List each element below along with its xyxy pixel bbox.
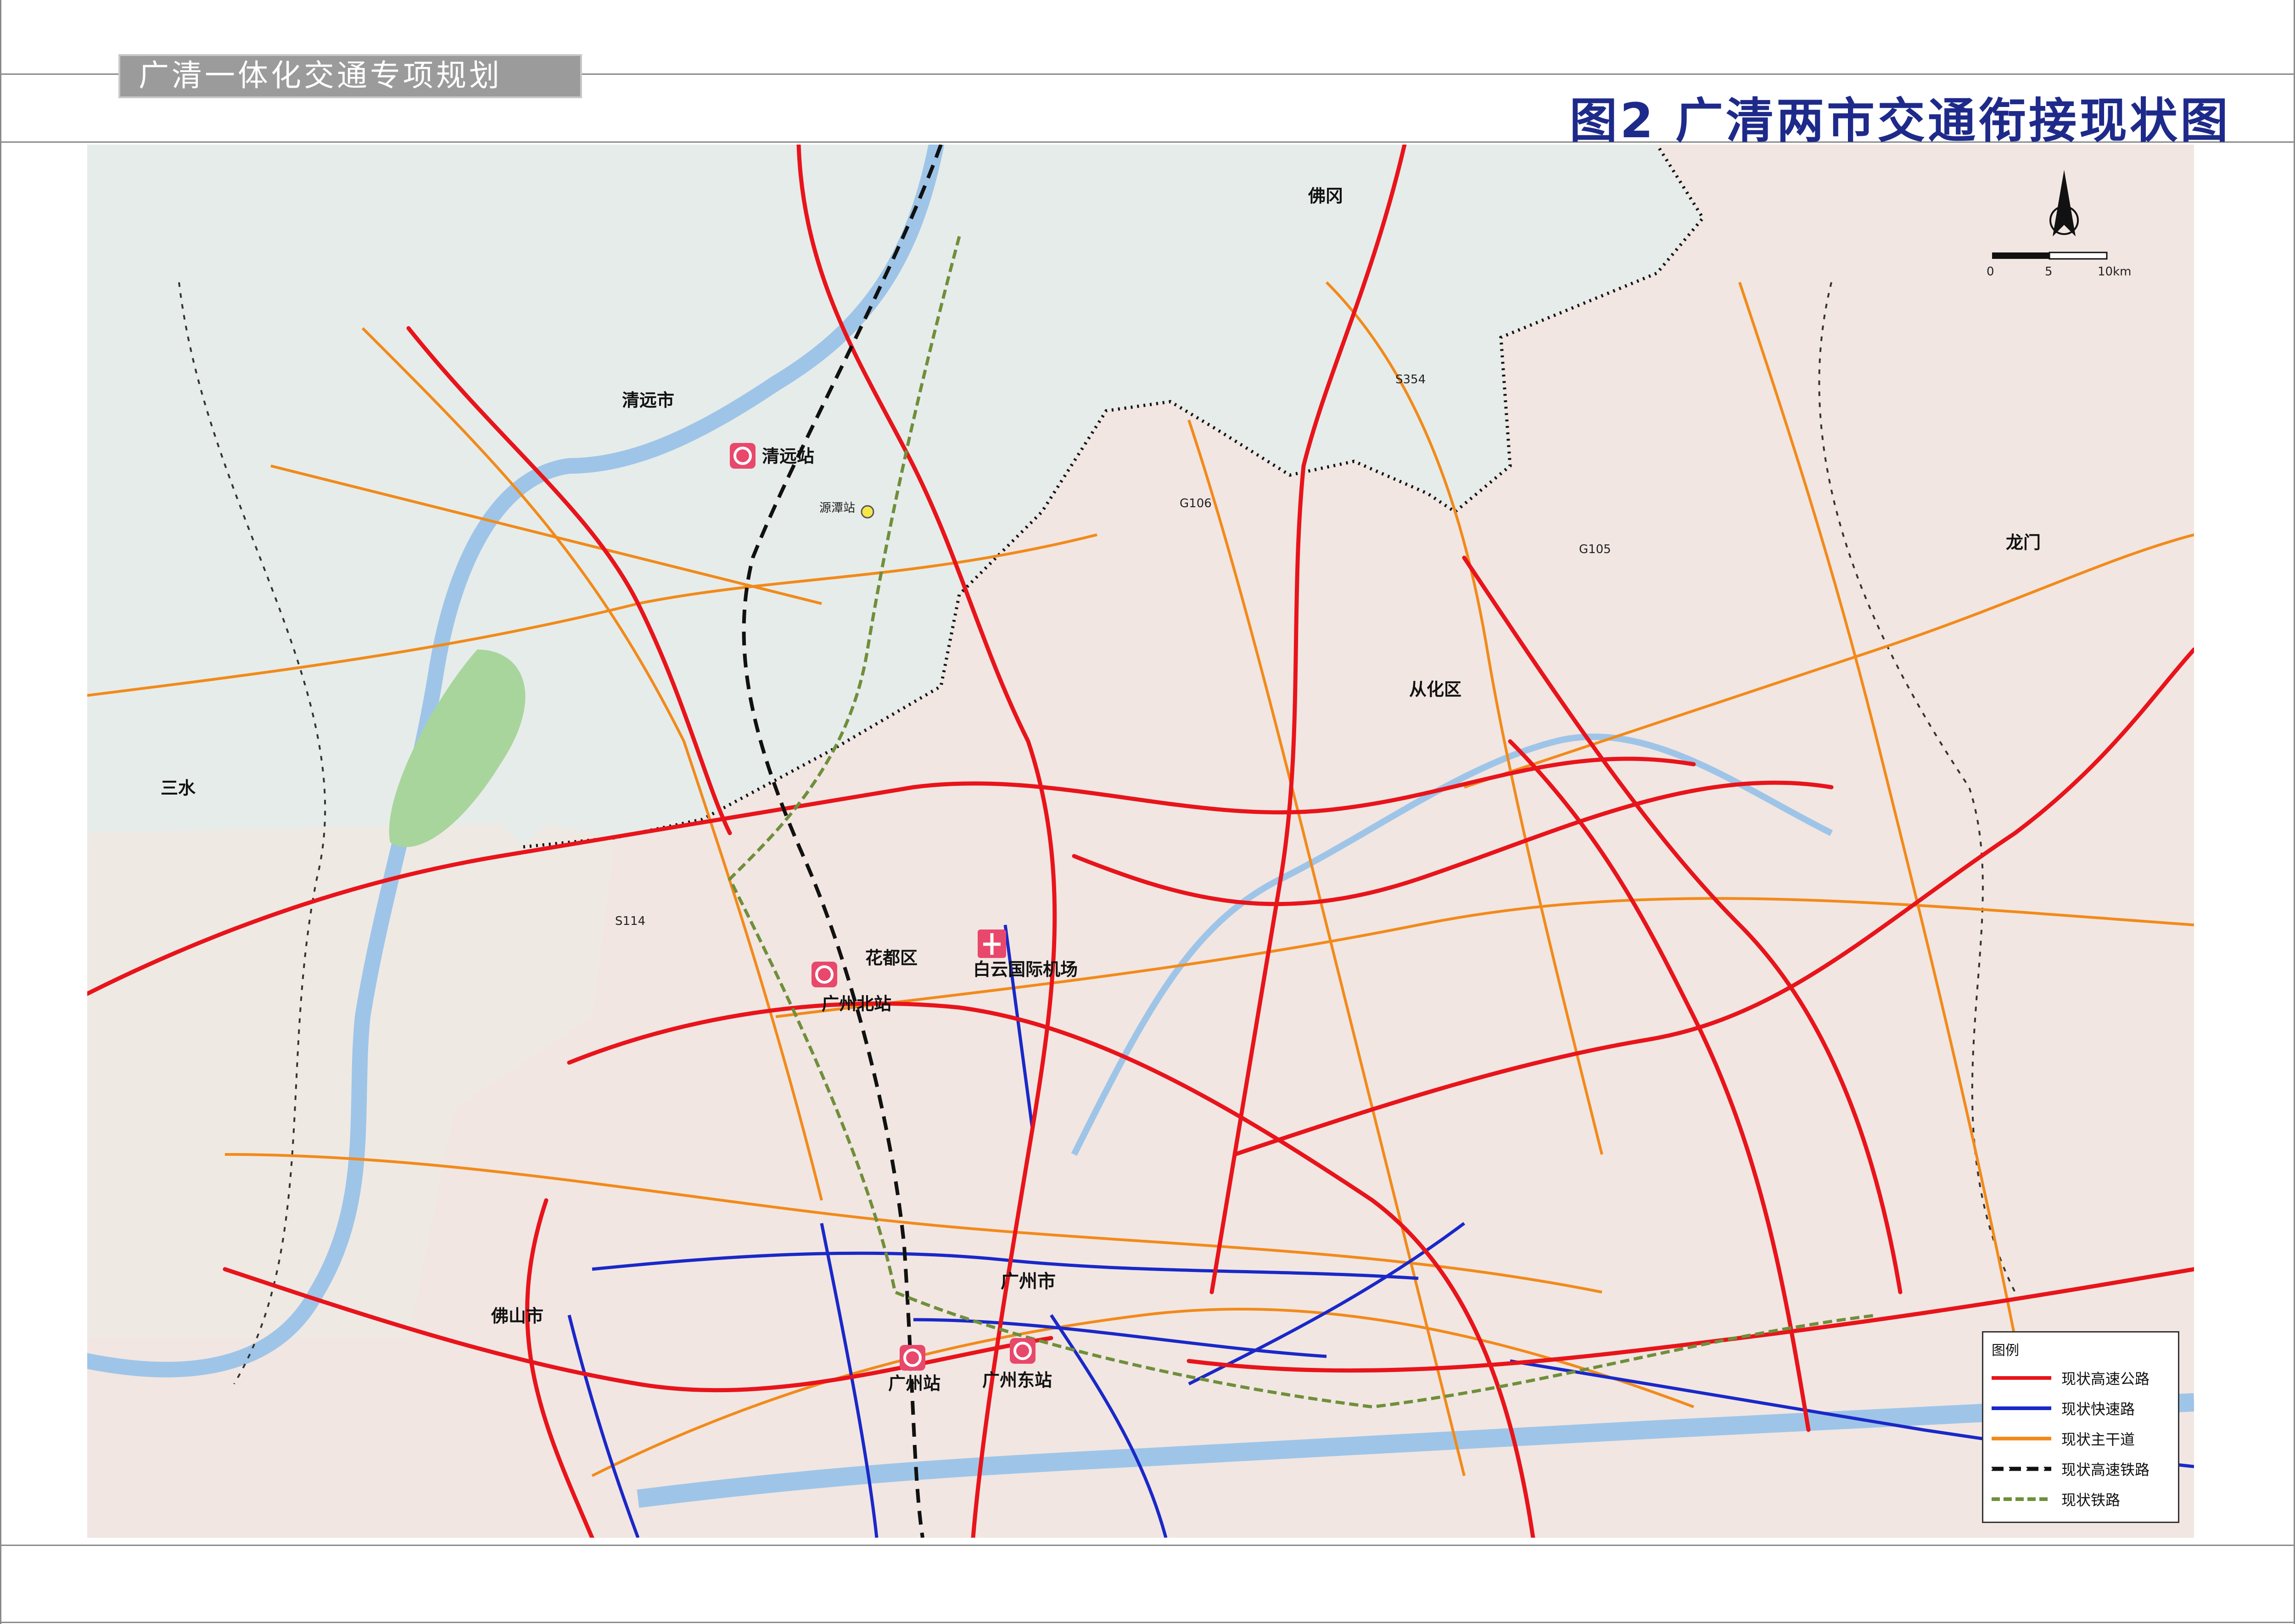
legend-swatch-railway	[1992, 1492, 2051, 1506]
legend-item-high-speed-rail: 现状高速铁路	[1992, 1454, 2170, 1484]
label-conghua: 从化区	[1409, 679, 1461, 700]
label-yuantan-station: 源潭站	[819, 501, 855, 515]
map-legend: 图例 现状高速公路 现状快速路 现状主干道 现状高速铁路 现状铁路	[1982, 1331, 2179, 1523]
guangzhou-north-station-marker	[812, 962, 837, 987]
label-road-g106: G106	[1180, 497, 1212, 510]
label-longmen: 龙门	[2006, 532, 2041, 553]
label-road-s114: S114	[615, 914, 645, 928]
label-guangzhou-east-station: 广州东站	[982, 1370, 1052, 1390]
label-road-g105: G105	[1579, 543, 1611, 556]
scale-tick-10km: 10km	[2098, 265, 2131, 279]
legend-label-railway: 现状铁路	[2061, 1491, 2121, 1509]
legend-item-railway: 现状铁路	[1992, 1484, 2170, 1514]
label-qingyuan-city: 清远市	[622, 390, 674, 410]
label-guangzhou-city: 广州市	[1001, 1271, 1056, 1292]
legend-label-arterial: 现状主干道	[2061, 1431, 2135, 1448]
map-svg: 清远市 佛冈 龙门 三水 从化区 花都区 广州市 佛山市 清远站 源潭站 广州北…	[87, 145, 2194, 1538]
guangzhou-station-marker	[900, 1345, 925, 1371]
legend-item-arterial: 现状主干道	[1992, 1423, 2170, 1454]
label-guangzhou-north-station: 广州北站	[822, 994, 891, 1014]
label-baiyun-airport: 白云国际机场	[973, 959, 1078, 980]
label-foshan-city: 佛山市	[491, 1306, 543, 1326]
airport-marker	[978, 930, 1006, 958]
label-sanshui: 三水	[161, 778, 196, 798]
frame-bottom-line	[0, 1622, 2295, 1623]
legend-label-expressway: 现状高速公路	[2061, 1370, 2150, 1388]
legend-swatch-arterial	[1992, 1432, 2051, 1445]
frame-left-line	[0, 0, 1, 1624]
legend-label-express-road: 现状快速路	[2061, 1400, 2135, 1418]
guangzhou-east-station-marker	[1010, 1338, 1036, 1364]
label-huadu: 花都区	[865, 948, 918, 968]
label-qingyuan-station: 清远站	[762, 446, 814, 466]
scale-bar	[1992, 252, 2108, 260]
frame-footer-line	[0, 1545, 2295, 1546]
legend-swatch-express-road	[1992, 1401, 2051, 1415]
legend-title: 图例	[1992, 1343, 2019, 1359]
legend-item-expressway: 现状高速公路	[1992, 1363, 2170, 1393]
map-title: 图2 广清两市交通衔接现状图	[1569, 93, 2231, 149]
legend-item-express-road: 现状快速路	[1992, 1393, 2170, 1423]
qingyuan-station-marker	[730, 443, 756, 469]
yuantan-station-marker	[861, 505, 874, 519]
scale-tick-0: 0	[1987, 265, 1994, 279]
scale-tick-5: 5	[2045, 265, 2053, 279]
label-fogang: 佛冈	[1308, 186, 1343, 206]
legend-label-high-speed-rail: 现状高速铁路	[2061, 1461, 2150, 1478]
label-road-s354: S354	[1395, 373, 1426, 386]
legend-swatch-high-speed-rail	[1992, 1462, 2051, 1476]
plan-name-tab: 广清一体化交通专项规划	[118, 54, 582, 98]
map-canvas[interactable]: 清远市 佛冈 龙门 三水 从化区 花都区 广州市 佛山市 清远站 源潭站 广州北…	[87, 145, 2194, 1538]
legend-swatch-expressway	[1992, 1371, 2051, 1385]
label-guangzhou-station: 广州站	[888, 1373, 940, 1394]
